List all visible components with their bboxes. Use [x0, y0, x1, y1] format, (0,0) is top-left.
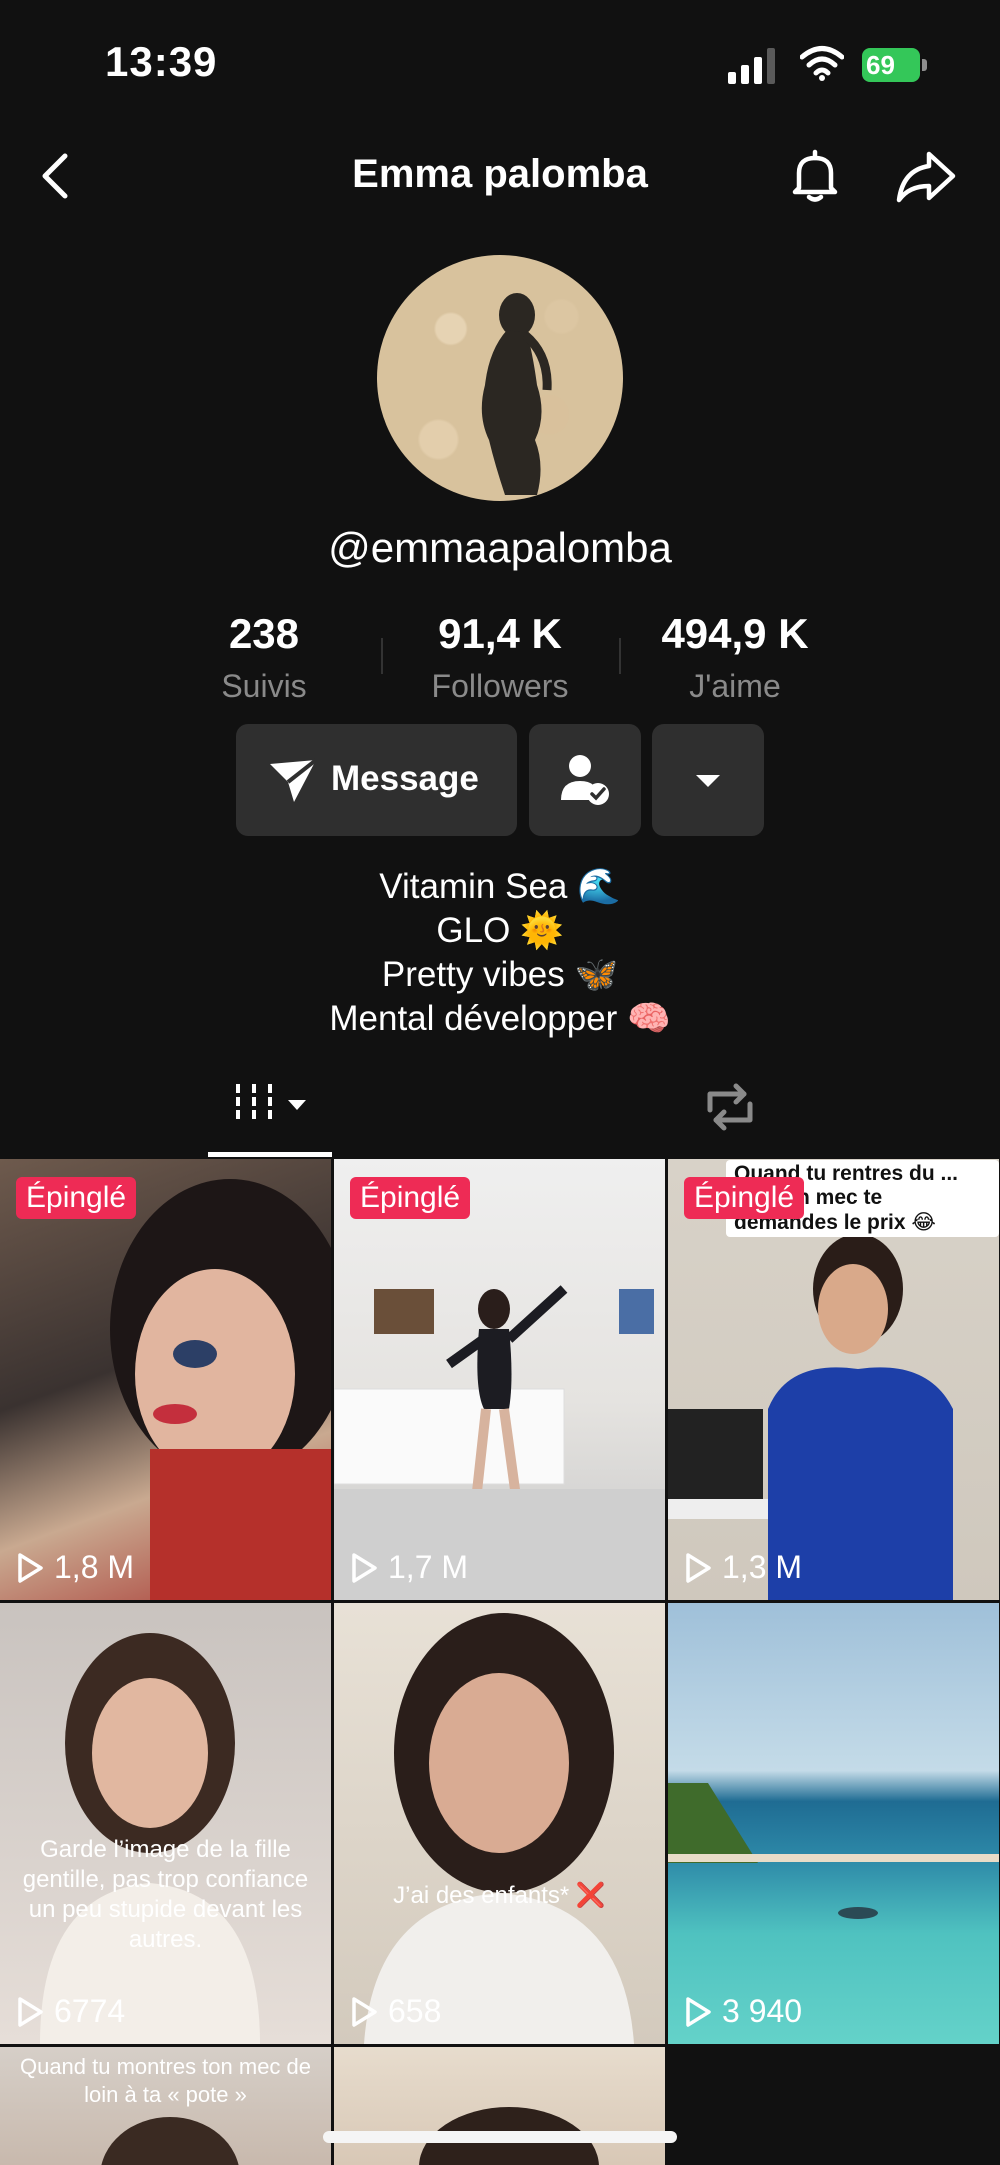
message-button-label: Message [331, 759, 479, 798]
video-tile[interactable]: Quand tu montres ton mec de loin à ta « … [0, 2047, 331, 2165]
video-thumbnail [668, 1783, 999, 1919]
share-icon[interactable] [895, 148, 957, 206]
profile-handle: @emmaapalomba [328, 524, 672, 571]
video-thumbnail [419, 2107, 599, 2165]
caret-down-icon [288, 1100, 306, 1110]
video-tile[interactable]: Quand tu rentres du ... que ton mec te d… [668, 1159, 999, 1600]
pinned-badge: Épinglé [16, 1177, 137, 1219]
following-button[interactable] [529, 724, 641, 836]
view-count-text: 1,7 M [388, 1549, 469, 1585]
video-thumbnail [40, 1633, 260, 2044]
view-count-text: 3 940 [722, 1993, 803, 2029]
battery-icon: 69 [862, 48, 932, 82]
stat-divider [381, 638, 383, 674]
video-tile[interactable] [334, 2047, 665, 2165]
view-count-text: 6774 [54, 1993, 126, 2029]
stat-likes[interactable]: 494,9 K J'aime [620, 610, 850, 705]
video-thumbnail [334, 1285, 665, 1600]
video-tile[interactable]: J’ai des enfants* ❌ 658 [334, 1603, 665, 2044]
view-count: 6774 [16, 1993, 125, 2030]
bell-icon[interactable] [785, 146, 845, 206]
view-count: 1,3 M [684, 1549, 802, 1586]
status-time: 13:39 [105, 38, 218, 85]
view-count-text: 658 [388, 1993, 442, 2029]
play-icon [686, 1552, 711, 1583]
bio-line: Pretty vibes 🦋 [381, 955, 619, 994]
video-tile[interactable]: Garde l’image de la fille gentille, pas … [0, 1603, 331, 2044]
stat-value: 238 [228, 610, 300, 657]
video-caption: J’ai des enfants* ❌ [393, 1882, 606, 1909]
video-caption: Quand tu montres ton mec de loin à ta « … [19, 2054, 312, 2107]
grid-icon [236, 1084, 272, 1119]
avatar[interactable] [377, 255, 623, 501]
message-button[interactable]: Message [236, 724, 517, 836]
view-count-text: 1,3 M [722, 1549, 803, 1585]
play-icon [18, 1996, 43, 2027]
signal-icon [728, 48, 775, 84]
repost-icon[interactable] [700, 1080, 760, 1134]
view-count: 1,7 M [350, 1549, 468, 1586]
stat-label: Suivis [221, 668, 307, 704]
stat-label: Followers [431, 668, 569, 704]
avatar-silhouette [481, 293, 552, 495]
wifi-icon [800, 46, 844, 81]
home-indicator[interactable] [323, 2131, 677, 2143]
view-count-text: 1,8 M [54, 1549, 135, 1585]
view-count: 658 [350, 1993, 441, 2030]
active-tab-indicator [208, 1152, 332, 1157]
stat-value: 91,4 K [438, 610, 562, 657]
suggestions-dropdown-button[interactable] [652, 724, 764, 836]
video-tile[interactable]: Épinglé 1,8 M [0, 1159, 331, 1600]
battery-level: 69 [862, 48, 920, 82]
video-tile[interactable]: 3 940 [668, 1603, 999, 2044]
user-check-icon [561, 755, 609, 805]
view-count: 1,8 M [16, 1549, 134, 1586]
view-count: 3 940 [684, 1993, 802, 2030]
video-thumbnail [364, 1613, 634, 2044]
caret-down-icon [696, 775, 720, 787]
video-thumbnail [110, 1179, 331, 1600]
play-icon [352, 1552, 377, 1583]
play-icon [352, 1996, 377, 2027]
video-tile[interactable]: Épinglé 1,7 M [334, 1159, 665, 1600]
stat-label: J'aime [689, 668, 781, 704]
play-icon [18, 1552, 43, 1583]
stat-value: 494,9 K [661, 610, 809, 657]
stat-following[interactable]: 238 Suivis [149, 610, 379, 705]
page-title: Emma palomba [352, 152, 648, 196]
stat-followers[interactable]: 91,4 K Followers [385, 610, 615, 705]
play-icon [686, 1996, 711, 2027]
bio-line: Vitamin Sea 🌊 [379, 867, 621, 906]
pinned-badge: Épinglé [350, 1177, 471, 1219]
pinned-badge: Épinglé [684, 1177, 805, 1219]
video-caption: Garde l’image de la fille gentille, pas … [22, 1836, 309, 1953]
send-icon [270, 758, 318, 802]
tab-videos[interactable] [208, 1070, 332, 1140]
bio-line: Mental développer 🧠 [329, 999, 671, 1038]
bio-line: GLO 🌞 [436, 911, 564, 950]
